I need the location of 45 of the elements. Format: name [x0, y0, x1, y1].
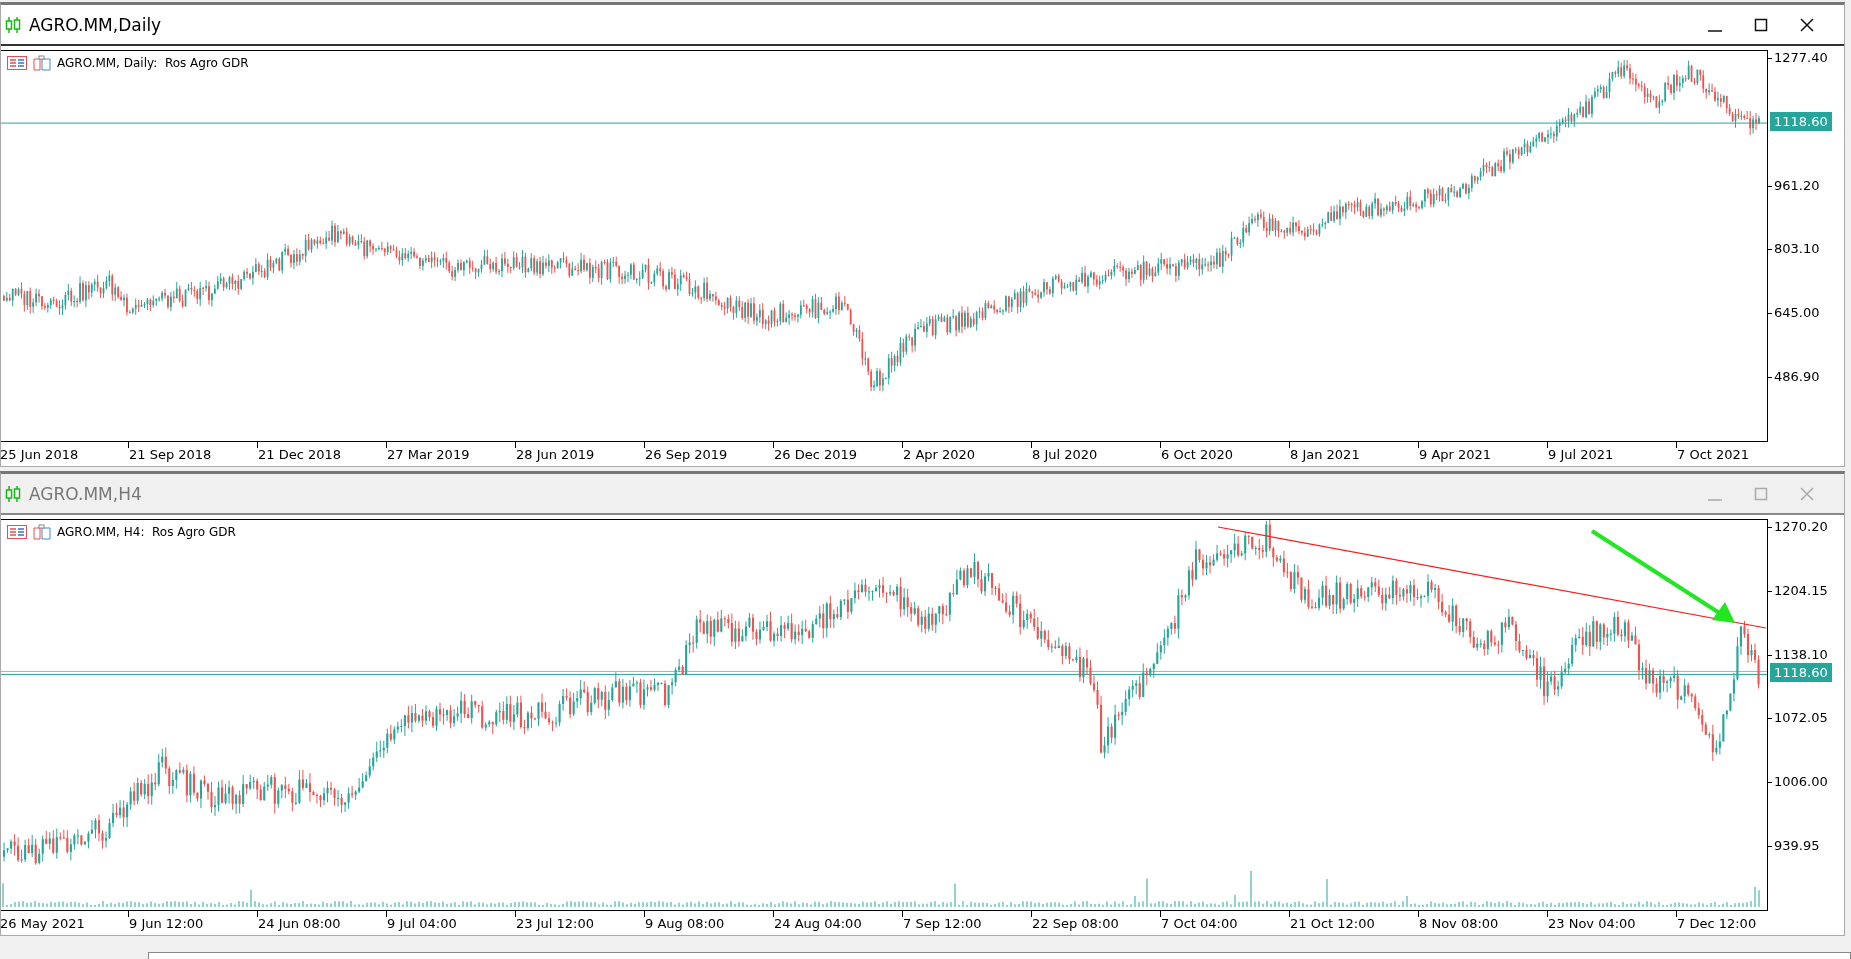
time-label: 8 Jul 2020 — [1032, 447, 1098, 462]
window-title: AGRO.MM,Daily — [29, 14, 162, 35]
time-label: 21 Dec 2018 — [258, 447, 342, 462]
price-label: 1006.00 — [1768, 774, 1828, 790]
time-label: 24 Aug 04:00 — [774, 916, 862, 931]
time-label: 6 Oct 2020 — [1161, 447, 1234, 462]
time-label: 21 Oct 12:00 — [1290, 916, 1375, 931]
time-label: 7 Oct 2021 — [1677, 447, 1750, 462]
time-label: 27 Mar 2019 — [387, 447, 470, 462]
current-price-tag: 1118.60 — [1770, 112, 1832, 132]
time-label: 23 Jul 12:00 — [516, 916, 594, 931]
price-label: 1204.15 — [1768, 582, 1828, 598]
price-label: 1072.05 — [1768, 710, 1828, 726]
time-label: 26 May 2021 — [0, 916, 85, 931]
time-label: 24 Jun 08:00 — [258, 916, 341, 931]
time-label: 9 Jul 2021 — [1548, 447, 1614, 462]
price-label: 1270.20 — [1768, 519, 1828, 534]
time-label: 9 Jul 04:00 — [387, 916, 457, 931]
time-label: 7 Oct 04:00 — [1161, 916, 1238, 931]
time-label: 28 Jun 2019 — [516, 447, 595, 462]
time-label: 21 Sep 2018 — [129, 447, 212, 462]
time-label: 8 Nov 08:00 — [1419, 916, 1499, 931]
price-label: 486.90 — [1768, 369, 1820, 384]
time-label: 9 Aug 08:00 — [645, 916, 725, 931]
price-label: 1138.10 — [1768, 646, 1828, 662]
time-label: 22 Sep 08:00 — [1032, 916, 1119, 931]
chart-legend: AGRO.MM, Daily: Ros Agro GDR — [57, 56, 249, 70]
time-label: 7 Dec 12:00 — [1677, 916, 1757, 931]
price-label: 961.20 — [1768, 177, 1820, 193]
price-label: 1277.40 — [1768, 50, 1828, 65]
window-title: AGRO.MM,H4 — [29, 483, 142, 504]
time-label: 25 Jun 2018 — [0, 447, 79, 462]
price-label: 939.95 — [1768, 838, 1820, 853]
time-label: 7 Sep 12:00 — [903, 916, 982, 931]
time-label: 8 Jan 2021 — [1290, 447, 1360, 462]
time-label: 2 Apr 2020 — [903, 447, 976, 462]
time-label: 26 Dec 2019 — [774, 447, 858, 462]
price-label: 803.10 — [1768, 241, 1820, 257]
price-label: 645.00 — [1768, 305, 1820, 321]
time-label: 23 Nov 04:00 — [1548, 916, 1636, 931]
time-label: 26 Sep 2019 — [645, 447, 728, 462]
chart-legend: AGRO.MM, H4: Ros Agro GDR — [57, 525, 236, 539]
current-price-tag: 1118.60 — [1770, 663, 1832, 683]
time-label: 9 Apr 2021 — [1419, 447, 1492, 462]
time-label: 9 Jun 12:00 — [129, 916, 204, 931]
